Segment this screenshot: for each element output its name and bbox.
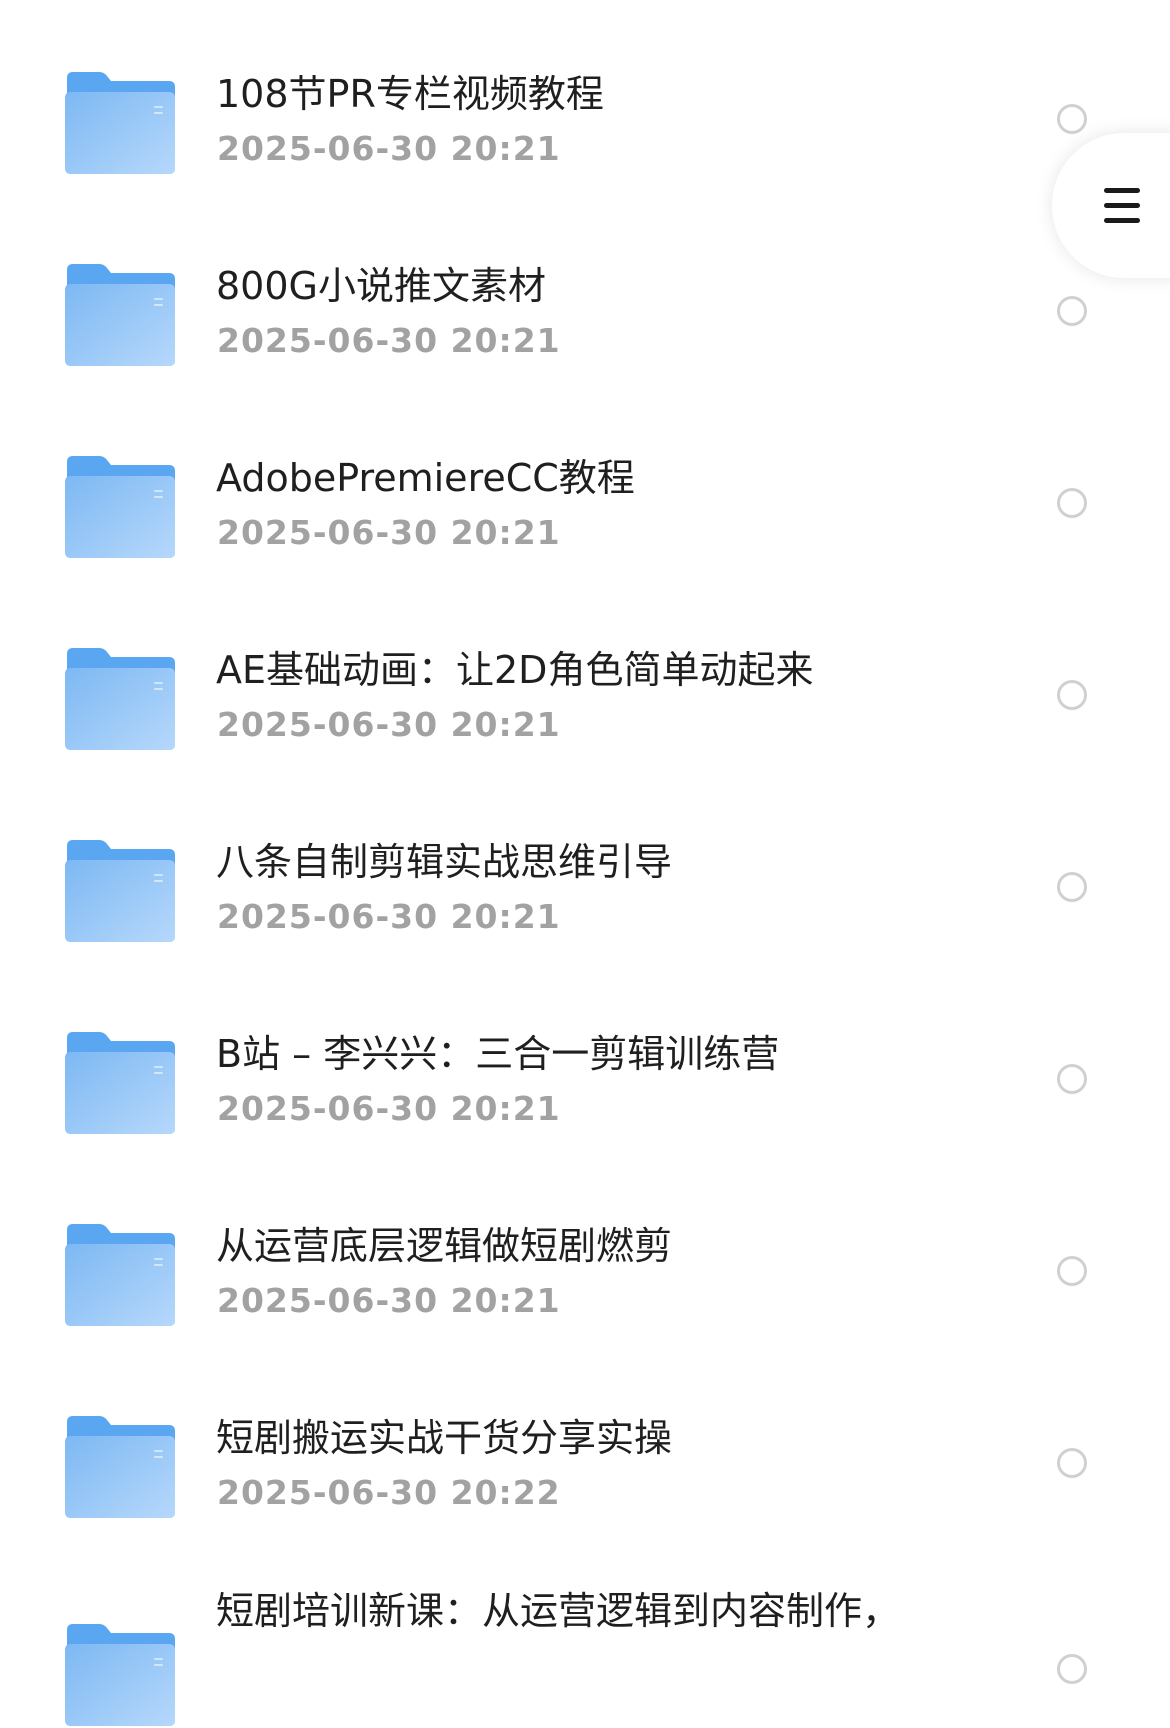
folder-icon [65,72,175,174]
file-row[interactable]: 108节PR专栏视频教程 2025-06-30 20:21 [0,0,1170,192]
select-checkbox[interactable] [1057,1448,1087,1478]
folder-icon [65,264,175,366]
file-row[interactable]: B站 – 李兴兴：三合一剪辑训练营 2025-06-30 20:21 [0,960,1170,1152]
file-name: AE基础动画：让2D角色简单动起来 [216,648,814,692]
file-name: 短剧培训新课：从运营逻辑到内容制作， [216,1589,901,1633]
file-date: 2025-06-30 20:21 [217,513,561,552]
file-name: 800G小说推文素材 [216,264,546,308]
folder-icon [65,1032,175,1134]
folder-icon [65,456,175,558]
folder-icon [65,1416,175,1518]
file-date: 2025-06-30 20:21 [217,1089,561,1128]
file-date: 2025-06-30 20:21 [217,897,561,936]
file-date: 2025-06-30 20:22 [217,1473,561,1512]
file-name: B站 – 李兴兴：三合一剪辑训练营 [216,1032,780,1076]
file-row[interactable]: 从运营底层逻辑做短剧燃剪 2025-06-30 20:21 [0,1152,1170,1344]
file-date: 2025-06-30 20:21 [217,1281,561,1320]
folder-icon [65,1224,175,1326]
select-checkbox[interactable] [1057,1256,1087,1286]
file-row[interactable]: 短剧培训新课：从运营逻辑到内容制作， [0,1536,1170,1728]
folder-icon [65,840,175,942]
select-checkbox[interactable] [1057,1064,1087,1094]
file-row[interactable]: AdobePremiereCC教程 2025-06-30 20:21 [0,384,1170,576]
hamburger-menu-icon [1104,188,1140,224]
file-row[interactable]: 短剧搬运实战干货分享实操 2025-06-30 20:22 [0,1344,1170,1536]
folder-icon [65,648,175,750]
select-checkbox[interactable] [1057,680,1087,710]
file-row[interactable]: 800G小说推文素材 2025-06-30 20:21 [0,192,1170,384]
folder-icon [65,1624,175,1726]
file-row[interactable]: 八条自制剪辑实战思维引导 2025-06-30 20:21 [0,768,1170,960]
file-name: 八条自制剪辑实战思维引导 [216,840,673,884]
select-checkbox[interactable] [1057,872,1087,902]
file-name: 从运营底层逻辑做短剧燃剪 [216,1224,673,1268]
select-checkbox[interactable] [1057,488,1087,518]
file-date: 2025-06-30 20:21 [217,321,561,360]
file-name: AdobePremiereCC教程 [216,456,635,500]
file-list: 108节PR专栏视频教程 2025-06-30 20:21 800G小说推文素材… [0,0,1170,1726]
file-date: 2025-06-30 20:21 [217,129,561,168]
file-row[interactable]: AE基础动画：让2D角色简单动起来 2025-06-30 20:21 [0,576,1170,768]
file-name: 短剧搬运实战干货分享实操 [216,1416,673,1460]
file-date: 2025-06-30 20:21 [217,705,561,744]
select-checkbox[interactable] [1057,104,1087,134]
file-name: 108节PR专栏视频教程 [216,72,604,116]
select-checkbox[interactable] [1057,1654,1087,1684]
select-checkbox[interactable] [1057,296,1087,326]
